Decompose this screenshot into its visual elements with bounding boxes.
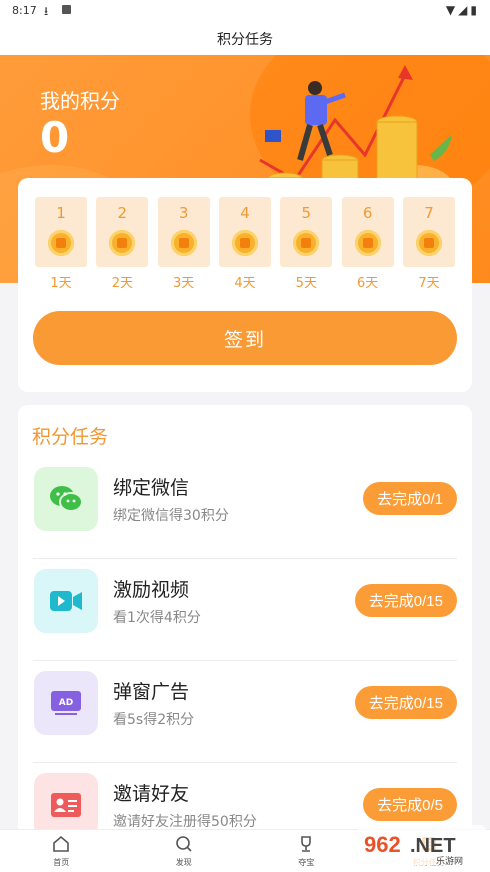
day-label: 6天 xyxy=(342,272,394,291)
task-name: 绑定微信 xyxy=(113,473,189,500)
task-description: 邀请好友注册得50积分 xyxy=(113,811,257,831)
task-action-button[interactable]: 去完成0/5 xyxy=(363,788,457,821)
tab-discover[interactable]: 发现 xyxy=(123,830,246,872)
task-description: 看5s得2积分 xyxy=(113,709,194,729)
download-icon: ⭳ xyxy=(44,2,48,23)
coin-icon xyxy=(48,230,74,256)
tab-home[interactable]: 首页 xyxy=(0,830,123,872)
title-bar: 积分任务 xyxy=(0,22,490,56)
day-label: 2天 xyxy=(96,272,148,291)
tab-trophy[interactable]: 夺宝 xyxy=(245,830,368,872)
battery-icon: ▮ xyxy=(470,3,480,17)
checkin-day: 2 2天 xyxy=(96,197,148,291)
day-tile: 2 xyxy=(96,197,148,267)
checkin-day: 6 6天 xyxy=(342,197,394,291)
svg-text:AD: AD xyxy=(59,698,73,708)
tab-label: 发现 xyxy=(176,857,192,868)
coin-icon xyxy=(355,230,381,256)
day-tile: 4 xyxy=(219,197,271,267)
coin-icon xyxy=(416,230,442,256)
coin-icon xyxy=(171,230,197,256)
coin-icon xyxy=(293,230,319,256)
task-row: 激励视频看1次得4积分 去完成0/15 xyxy=(33,559,457,661)
svg-text:.NET: .NET xyxy=(410,835,456,857)
signal-icon: ◢ xyxy=(458,3,470,17)
task-row: AD 弹窗广告看5s得2积分 去完成0/15 xyxy=(33,661,457,763)
coin-icon xyxy=(232,230,258,256)
points-label: 我的积分 xyxy=(40,85,120,114)
day-label: 5天 xyxy=(280,272,332,291)
checkin-day: 5 5天 xyxy=(280,197,332,291)
wifi-icon: ▼ xyxy=(446,3,458,17)
day-tile: 1 xyxy=(35,197,87,267)
checkin-card: 1 1天 2 2天 3 3天 4 4天 5 5天 6 6天 7 7天 签到 xyxy=(18,178,472,392)
day-number: 1 xyxy=(35,204,87,222)
day-number: 2 xyxy=(96,204,148,222)
checkin-day: 3 3天 xyxy=(158,197,210,291)
day-tile: 6 xyxy=(342,197,394,267)
ad-icon: AD xyxy=(34,671,98,735)
points-value: 0 xyxy=(40,113,69,162)
svg-text:乐游网: 乐游网 xyxy=(436,855,463,867)
day-number: 5 xyxy=(280,204,332,222)
home-icon xyxy=(52,835,70,857)
status-bar: 8:17 ⭳ ▼◢▮ xyxy=(0,0,490,22)
tasks-card: 积分任务 绑定微信绑定微信得30积分去完成0/1激励视频看1次得4积分去完成0/… xyxy=(18,405,472,845)
video-icon xyxy=(34,569,98,633)
day-label: 3天 xyxy=(158,272,210,291)
task-description: 看1次得4积分 xyxy=(113,607,201,627)
task-action-button[interactable]: 去完成0/1 xyxy=(363,482,457,515)
day-number: 4 xyxy=(219,204,271,222)
day-label: 4天 xyxy=(219,272,271,291)
status-icons: ▼◢▮ xyxy=(446,3,480,17)
tab-label: 夺宝 xyxy=(298,857,314,868)
tasks-title: 积分任务 xyxy=(32,422,108,449)
day-tile: 5 xyxy=(280,197,332,267)
page-title: 积分任务 xyxy=(217,29,273,49)
day-label: 1天 xyxy=(35,272,87,291)
status-time: 8:17 xyxy=(12,4,37,17)
task-name: 弹窗广告 xyxy=(113,677,189,704)
svg-text:962: 962 xyxy=(364,832,401,857)
checkin-day: 1 1天 xyxy=(35,197,87,291)
task-action-button[interactable]: 去完成0/15 xyxy=(355,686,457,719)
day-tile: 7 xyxy=(403,197,455,267)
coin-icon xyxy=(109,230,135,256)
notification-icon xyxy=(62,5,71,14)
task-name: 邀请好友 xyxy=(113,779,189,806)
task-description: 绑定微信得30积分 xyxy=(113,505,229,525)
discover-icon xyxy=(175,835,193,857)
wechat-icon xyxy=(34,467,98,531)
day-number: 3 xyxy=(158,204,210,222)
checkin-days: 1 1天 2 2天 3 3天 4 4天 5 5天 6 6天 7 7天 xyxy=(35,197,455,291)
day-number: 7 xyxy=(403,204,455,222)
watermark-logo: 962 .NET 乐游网 xyxy=(358,822,488,868)
task-name: 激励视频 xyxy=(113,575,189,602)
day-number: 6 xyxy=(342,204,394,222)
day-tile: 3 xyxy=(158,197,210,267)
task-row: 绑定微信绑定微信得30积分 去完成0/1 xyxy=(33,457,457,559)
checkin-day: 7 7天 xyxy=(403,197,455,291)
task-action-button[interactable]: 去完成0/15 xyxy=(355,584,457,617)
sign-in-button[interactable]: 签到 xyxy=(33,311,457,365)
day-label: 7天 xyxy=(403,272,455,291)
checkin-day: 4 4天 xyxy=(219,197,271,291)
invite-icon xyxy=(34,773,98,837)
tab-label: 首页 xyxy=(53,857,69,868)
trophy-icon xyxy=(297,835,315,857)
